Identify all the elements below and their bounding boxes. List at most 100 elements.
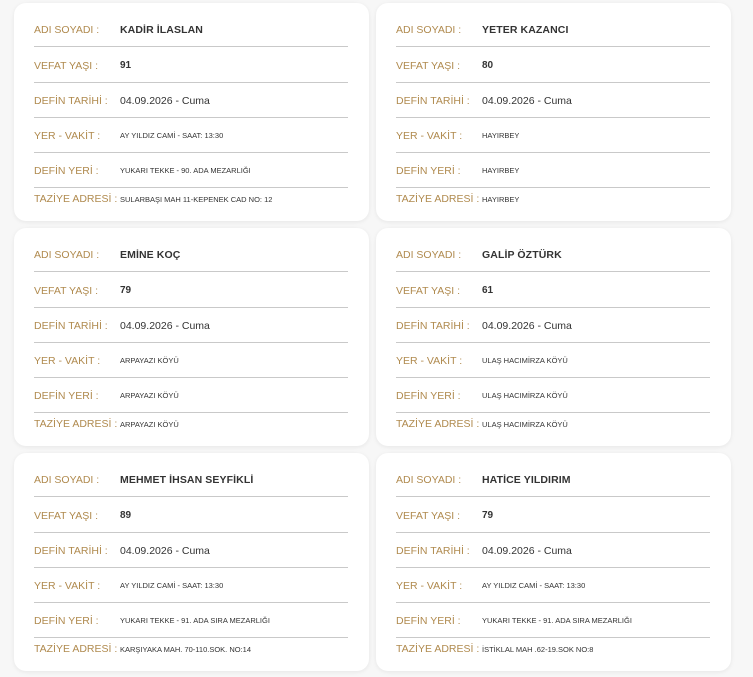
age-value: 80 <box>482 60 494 71</box>
name-row: ADI SOYADI : EMİNE KOÇ <box>34 238 348 272</box>
place-time-value: HAYIRBEY <box>482 131 520 140</box>
obituary-card: ADI SOYADI : GALİP ÖZTÜRK VEFAT YAŞI : 6… <box>376 228 731 446</box>
place-time-value: ARPAYAZI KÖYÜ <box>120 356 179 365</box>
burial-label: DEFİN YERİ : <box>396 389 461 402</box>
date-value: 04.09.2026 - Cuma <box>482 544 572 557</box>
place-time-value: AY YILDIZ CAMİ - SAAT: 13:30 <box>120 131 224 140</box>
name-value: YETER KAZANCI <box>482 23 569 36</box>
burial-value: HAYIRBEY <box>482 166 520 175</box>
name-value: MEHMET İHSAN SEYFİKLİ <box>120 473 254 486</box>
age-label: VEFAT YAŞI : <box>34 509 98 522</box>
condolence-value: KARŞIYAKA MAH. 70-110.SOK. NO:14 <box>120 644 252 654</box>
name-row: ADI SOYADI : HATİCE YILDIRIM <box>396 463 710 497</box>
obituary-card: ADI SOYADI : EMİNE KOÇ VEFAT YAŞI : 79 D… <box>14 228 369 446</box>
condolence-label: TAZİYE ADRESİ : <box>396 193 480 205</box>
age-label: VEFAT YAŞI : <box>34 59 98 72</box>
date-row: DEFİN TARİHİ : 04.09.2026 - Cuma <box>396 309 710 343</box>
age-value: 79 <box>482 510 494 521</box>
place-time-label: YER - VAKİT : <box>396 129 463 142</box>
age-value: 89 <box>120 510 132 521</box>
condolence-value: ARPAYAZI KÖYÜ <box>120 419 179 429</box>
age-row: VEFAT YAŞI : 80 <box>396 49 710 83</box>
date-row: DEFİN TARİHİ : 04.09.2026 - Cuma <box>34 534 348 568</box>
date-label: DEFİN TARİHİ : <box>34 319 108 332</box>
date-value: 04.09.2026 - Cuma <box>120 544 210 557</box>
date-value: 04.09.2026 - Cuma <box>120 94 210 107</box>
name-label: ADI SOYADI : <box>34 248 100 261</box>
place-time-value: ULAŞ HACIMİRZA KÖYÜ <box>482 356 568 365</box>
date-label: DEFİN TARİHİ : <box>34 94 108 107</box>
date-value: 04.09.2026 - Cuma <box>120 319 210 332</box>
condolence-label: TAZİYE ADRESİ : <box>34 643 118 655</box>
name-row: ADI SOYADI : GALİP ÖZTÜRK <box>396 238 710 272</box>
burial-row: DEFİN YERİ : YUKARI TEKKE - 91. ADA SIRA… <box>34 604 348 638</box>
name-value: HATİCE YILDIRIM <box>482 473 571 486</box>
date-row: DEFİN TARİHİ : 04.09.2026 - Cuma <box>396 84 710 118</box>
name-value: GALİP ÖZTÜRK <box>482 248 562 261</box>
age-label: VEFAT YAŞI : <box>34 284 98 297</box>
name-row: ADI SOYADI : MEHMET İHSAN SEYFİKLİ <box>34 463 348 497</box>
obituary-card: ADI SOYADI : MEHMET İHSAN SEYFİKLİ VEFAT… <box>14 453 369 671</box>
place-time-value: AY YILDIZ CAMİ - SAAT: 13:30 <box>482 581 586 590</box>
burial-value: YUKARI TEKKE - 90. ADA MEZARLIĞI <box>120 166 251 175</box>
place-time-label: YER - VAKİT : <box>34 129 101 142</box>
age-value: 91 <box>120 60 132 71</box>
burial-row: DEFİN YERİ : ULAŞ HACIMİRZA KÖYÜ <box>396 379 710 413</box>
age-row: VEFAT YAŞI : 91 <box>34 49 348 83</box>
name-value: KADİR İLASLAN <box>120 23 203 36</box>
burial-label: DEFİN YERİ : <box>34 614 99 627</box>
age-value: 79 <box>120 285 132 296</box>
burial-value: YUKARI TEKKE - 91. ADA SIRA MEZARLIĞI <box>482 616 632 625</box>
burial-row: DEFİN YERİ : YUKARI TEKKE - 90. ADA MEZA… <box>34 154 348 188</box>
age-label: VEFAT YAŞI : <box>396 284 460 297</box>
burial-label: DEFİN YERİ : <box>396 164 461 177</box>
condolence-label: TAZİYE ADRESİ : <box>396 418 480 430</box>
burial-row: DEFİN YERİ : HAYIRBEY <box>396 154 710 188</box>
place-time-label: YER - VAKİT : <box>396 579 463 592</box>
age-value: 61 <box>482 285 494 296</box>
age-label: VEFAT YAŞI : <box>396 509 460 522</box>
name-label: ADI SOYADI : <box>396 23 462 36</box>
place-time-label: YER - VAKİT : <box>396 354 463 367</box>
date-label: DEFİN TARİHİ : <box>396 94 470 107</box>
condolence-row: TAZİYE ADRESİ : İSTİKLAL MAH .62-19.SOK … <box>396 637 710 661</box>
age-row: VEFAT YAŞI : 89 <box>34 499 348 533</box>
place-time-value: AY YILDIZ CAMİ - SAAT: 13:30 <box>120 581 224 590</box>
name-label: ADI SOYADI : <box>396 473 462 486</box>
date-row: DEFİN TARİHİ : 04.09.2026 - Cuma <box>396 534 710 568</box>
condolence-value: SULARBAŞI MAH 11-KEPENEK CAD NO: 12 <box>120 194 273 204</box>
name-label: ADI SOYADI : <box>34 23 100 36</box>
place-time-label: YER - VAKİT : <box>34 354 101 367</box>
name-label: ADI SOYADI : <box>396 248 462 261</box>
place-time-row: YER - VAKİT : ULAŞ HACIMİRZA KÖYÜ <box>396 344 710 378</box>
name-row: ADI SOYADI : KADİR İLASLAN <box>34 13 348 47</box>
date-value: 04.09.2026 - Cuma <box>482 94 572 107</box>
place-time-label: YER - VAKİT : <box>34 579 101 592</box>
obituary-card: ADI SOYADI : YETER KAZANCI VEFAT YAŞI : … <box>376 3 731 221</box>
condolence-label: TAZİYE ADRESİ : <box>396 643 480 655</box>
age-label: VEFAT YAŞI : <box>396 59 460 72</box>
burial-row: DEFİN YERİ : YUKARI TEKKE - 91. ADA SIRA… <box>396 604 710 638</box>
condolence-value: HAYIRBEY <box>482 194 520 204</box>
age-row: VEFAT YAŞI : 79 <box>34 274 348 308</box>
condolence-row: TAZİYE ADRESİ : ULAŞ HACIMİRZA KÖYÜ <box>396 412 710 436</box>
name-value: EMİNE KOÇ <box>120 248 181 261</box>
name-label: ADI SOYADI : <box>34 473 100 486</box>
condolence-row: TAZİYE ADRESİ : HAYIRBEY <box>396 187 710 211</box>
date-label: DEFİN TARİHİ : <box>34 544 108 557</box>
date-value: 04.09.2026 - Cuma <box>482 319 572 332</box>
burial-row: DEFİN YERİ : ARPAYAZI KÖYÜ <box>34 379 348 413</box>
place-time-row: YER - VAKİT : AY YILDIZ CAMİ - SAAT: 13:… <box>34 119 348 153</box>
place-time-row: YER - VAKİT : HAYIRBEY <box>396 119 710 153</box>
date-label: DEFİN TARİHİ : <box>396 544 470 557</box>
condolence-value: İSTİKLAL MAH .62-19.SOK NO:8 <box>482 644 594 654</box>
date-row: DEFİN TARİHİ : 04.09.2026 - Cuma <box>34 309 348 343</box>
condolence-row: TAZİYE ADRESİ : SULARBAŞI MAH 11-KEPENEK… <box>34 187 348 211</box>
obituary-card: ADI SOYADI : HATİCE YILDIRIM VEFAT YAŞI … <box>376 453 731 671</box>
date-label: DEFİN TARİHİ : <box>396 319 470 332</box>
condolence-row: TAZİYE ADRESİ : KARŞIYAKA MAH. 70-110.SO… <box>34 637 348 661</box>
condolence-value: ULAŞ HACIMİRZA KÖYÜ <box>482 419 568 429</box>
date-row: DEFİN TARİHİ : 04.09.2026 - Cuma <box>34 84 348 118</box>
burial-label: DEFİN YERİ : <box>34 389 99 402</box>
condolence-row: TAZİYE ADRESİ : ARPAYAZI KÖYÜ <box>34 412 348 436</box>
